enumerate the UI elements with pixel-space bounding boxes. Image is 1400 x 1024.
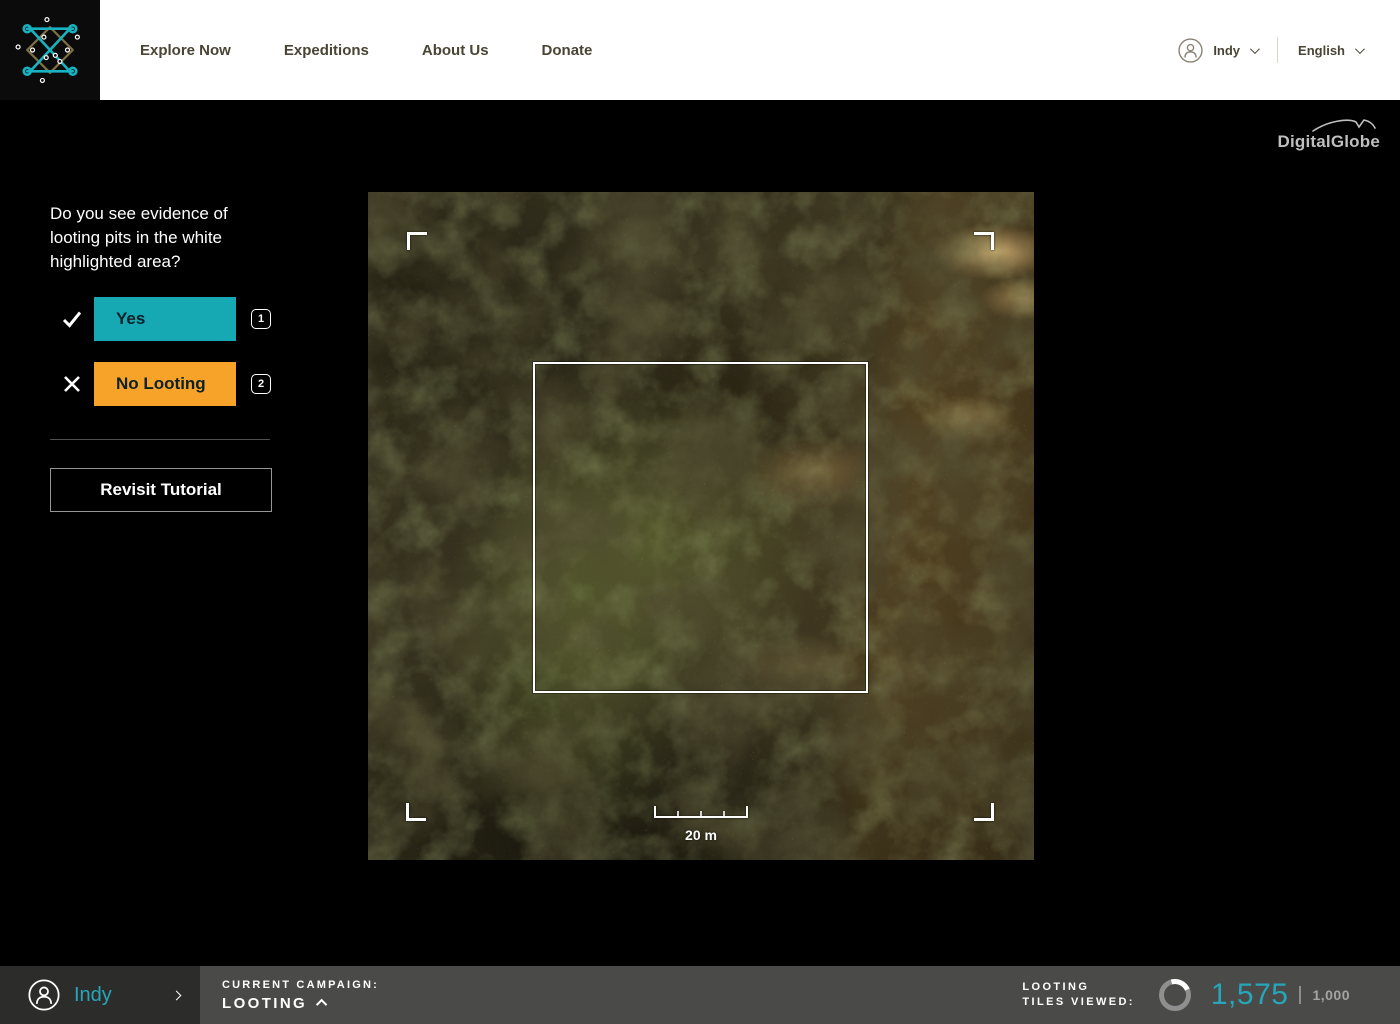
corner-bracket-bottom-left bbox=[406, 803, 426, 821]
shortcut-key-2-badge: 2 bbox=[251, 374, 271, 394]
scale-bar-ruler-icon bbox=[654, 805, 748, 819]
digitalglobe-watermark: DigitalGlobe bbox=[1260, 118, 1380, 151]
progress-ring-icon bbox=[1157, 977, 1193, 1013]
campaign-chevron-up-icon bbox=[316, 999, 327, 1010]
user-menu-name: Indy bbox=[1213, 43, 1240, 58]
no-checkbox bbox=[50, 362, 94, 406]
satellite-tile-viewer[interactable]: 20 m bbox=[368, 192, 1034, 860]
footer-user-avatar-icon bbox=[28, 979, 60, 1011]
tiles-label-line-1: LOOTING bbox=[1022, 980, 1134, 995]
tiles-viewed-label: LOOTING TILES VIEWED: bbox=[1022, 980, 1134, 1010]
nav-about-us[interactable]: About Us bbox=[422, 42, 489, 59]
campaign-selector[interactable]: LOOTING bbox=[222, 995, 379, 1012]
bottom-status-bar: Indy CURRENT CAMPAIGN: LOOTING LOOTING T… bbox=[0, 966, 1400, 1024]
tiles-viewed-total: 1,000 bbox=[1312, 987, 1350, 1003]
revisit-tutorial-button[interactable]: Revisit Tutorial bbox=[50, 468, 272, 512]
current-campaign-label: CURRENT CAMPAIGN: bbox=[222, 979, 379, 991]
globalxplorer-logo[interactable] bbox=[0, 0, 100, 100]
nav-donate[interactable]: Donate bbox=[542, 42, 593, 59]
map-scale-bar: 20 m bbox=[654, 805, 748, 843]
count-separator bbox=[1299, 986, 1301, 1004]
question-line-2: looting pits in the white bbox=[50, 226, 290, 250]
main-nav: Explore Now Expeditions About Us Donate bbox=[140, 42, 592, 59]
answer-no-looting-button[interactable]: No Looting bbox=[50, 362, 236, 406]
footer-user-panel[interactable]: Indy bbox=[0, 966, 200, 1024]
question-line-3: highlighted area? bbox=[50, 250, 290, 274]
corner-bracket-top-left bbox=[407, 232, 427, 250]
answer-row-no: No Looting 2 bbox=[50, 362, 290, 406]
language-menu-label: English bbox=[1298, 43, 1345, 58]
shortcut-key-1-badge: 1 bbox=[251, 309, 271, 329]
header-right-group: Indy English bbox=[1178, 0, 1362, 100]
x-icon bbox=[60, 372, 84, 396]
campaign-name: LOOTING bbox=[222, 995, 307, 1012]
language-menu[interactable]: English bbox=[1298, 43, 1362, 58]
check-icon bbox=[60, 307, 84, 331]
header-divider bbox=[1277, 37, 1278, 63]
question-line-1: Do you see evidence of bbox=[50, 202, 290, 226]
user-menu-chevron-down-icon bbox=[1250, 44, 1260, 54]
scale-bar-label: 20 m bbox=[654, 827, 748, 843]
user-menu[interactable]: Indy bbox=[1178, 38, 1257, 63]
tiles-label-line-2: TILES VIEWED: bbox=[1022, 995, 1134, 1010]
tiles-viewed-count: 1,575 bbox=[1211, 978, 1289, 1012]
user-avatar-icon bbox=[1178, 38, 1203, 63]
answer-yes-label: Yes bbox=[94, 309, 145, 329]
corner-bracket-bottom-right bbox=[974, 803, 994, 821]
nav-expeditions[interactable]: Expeditions bbox=[284, 42, 369, 59]
corner-bracket-top-right bbox=[974, 232, 994, 250]
current-campaign: CURRENT CAMPAIGN: LOOTING bbox=[222, 979, 379, 1012]
highlight-square bbox=[533, 362, 868, 693]
nav-explore-now[interactable]: Explore Now bbox=[140, 42, 231, 59]
answer-buttons: Yes 1 No Looting 2 bbox=[50, 297, 290, 406]
digitalglobe-brand-text: DigitalGlobe bbox=[1260, 133, 1380, 151]
tiles-viewed-group: LOOTING TILES VIEWED: 1,575 1,000 bbox=[1022, 977, 1350, 1013]
answer-yes-button[interactable]: Yes bbox=[50, 297, 236, 341]
footer-user-name: Indy bbox=[74, 984, 112, 1007]
panel-divider bbox=[50, 439, 270, 440]
question-text: Do you see evidence of looting pits in t… bbox=[50, 202, 290, 274]
answer-no-looting-label: No Looting bbox=[94, 374, 206, 394]
top-header: Explore Now Expeditions About Us Donate … bbox=[0, 0, 1400, 100]
digitalglobe-swoosh-icon bbox=[1312, 118, 1376, 133]
globalxplorer-logo-icon bbox=[12, 12, 88, 88]
question-panel: Do you see evidence of looting pits in t… bbox=[50, 202, 290, 512]
language-menu-chevron-down-icon bbox=[1355, 44, 1365, 54]
answer-row-yes: Yes 1 bbox=[50, 297, 290, 341]
yes-checkbox bbox=[50, 297, 94, 341]
footer-user-chevron-right-icon bbox=[172, 990, 182, 1000]
